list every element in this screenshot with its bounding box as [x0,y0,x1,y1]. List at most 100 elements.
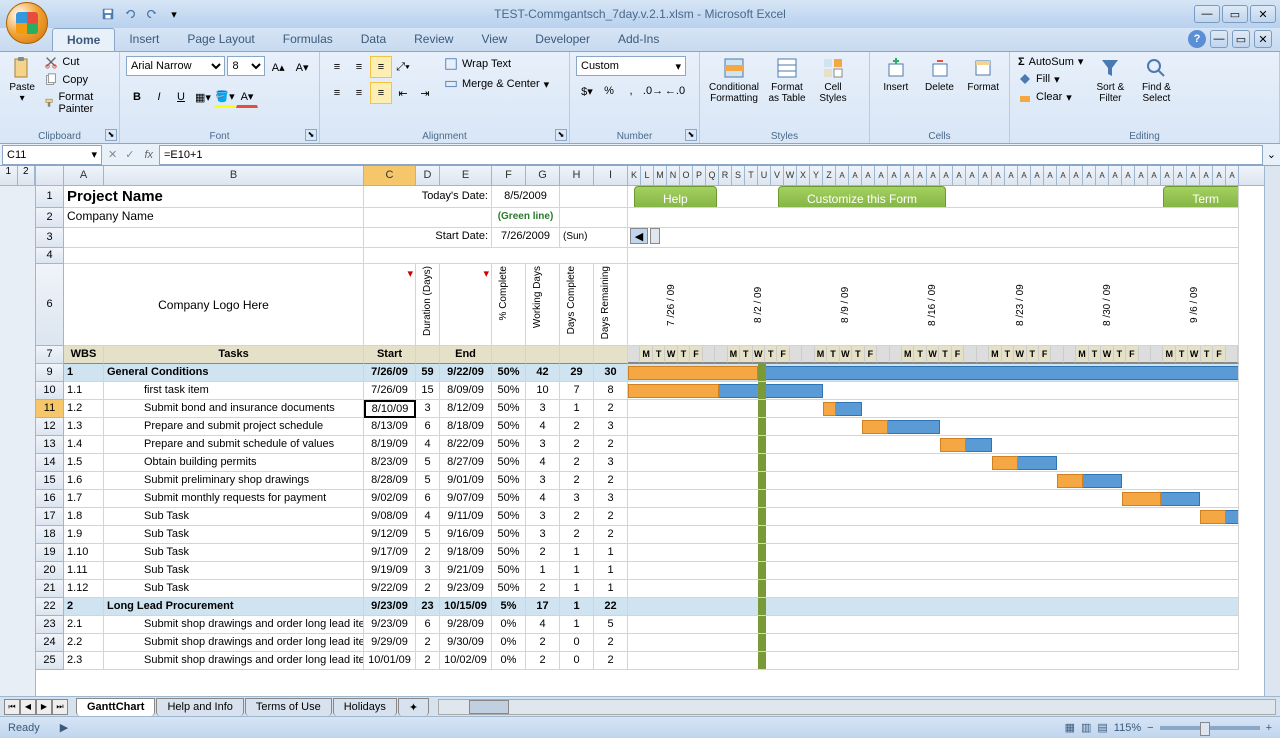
view-break-icon[interactable]: ▤ [1097,721,1107,734]
zoom-in[interactable]: + [1266,722,1272,734]
qat-undo[interactable] [120,4,140,24]
cancel-formula-icon[interactable]: ✕ [104,148,121,161]
percent-button[interactable]: % [598,80,620,102]
align-left[interactable]: ≡ [326,82,348,104]
ribbon-tab-developer[interactable]: Developer [521,28,604,51]
comma-button[interactable]: , [620,80,642,102]
ribbon: Paste▾ Cut Copy Format Painter Clipboard… [0,52,1280,144]
conditional-formatting-button[interactable]: Conditional Formatting [706,54,762,106]
increase-decimal[interactable]: .0→ [642,80,664,102]
find-select-button[interactable]: Find & Select [1135,54,1177,106]
autosum-button[interactable]: ΣAutoSum▾ [1016,54,1085,69]
minimize-button[interactable]: — [1194,5,1220,23]
italic-button[interactable]: I [148,86,170,108]
tab-nav-last[interactable]: ⏭ [52,699,68,715]
zoom-level[interactable]: 115% [1114,722,1141,734]
alignment-launcher[interactable]: ⬊ [555,129,567,141]
maximize-button[interactable]: ▭ [1222,5,1248,23]
ribbon-tab-data[interactable]: Data [347,28,400,51]
indent-decrease[interactable]: ⇤ [392,82,414,104]
ribbon-tab-formulas[interactable]: Formulas [269,28,347,51]
align-middle[interactable]: ≡ [348,56,370,78]
ribbon-restore[interactable]: ▭ [1232,30,1250,48]
macro-record-icon[interactable]: ▶ [60,721,68,734]
ribbon-tab-add-ins[interactable]: Add-Ins [604,28,673,51]
border-button[interactable]: ▦▾ [192,86,214,108]
tab-nav-prev[interactable]: ◀ [20,699,36,715]
ribbon-tab-home[interactable]: Home [52,28,115,51]
align-right[interactable]: ≡ [370,82,392,104]
help-icon[interactable]: ? [1188,30,1206,48]
expand-formula-icon[interactable]: ⌄ [1263,148,1280,161]
office-button[interactable] [6,2,48,44]
ribbon-minimize[interactable]: — [1210,30,1228,48]
name-box[interactable]: C11▾ [2,145,102,165]
bold-button[interactable]: B [126,86,148,108]
sheet-tab-ganttchart[interactable]: GanttChart [76,698,155,716]
merge-center-button[interactable]: Merge & Center▾ [442,76,551,92]
zoom-out[interactable]: − [1147,722,1153,734]
cell-styles-button[interactable]: Cell Styles [812,54,854,106]
ribbon-close[interactable]: ✕ [1254,30,1272,48]
insert-cells-button[interactable]: Insert [876,54,916,95]
font-launcher[interactable]: ⬊ [305,129,317,141]
delete-cells-button[interactable]: Delete [920,54,960,95]
grow-font[interactable]: A▴ [267,56,289,78]
copy-button[interactable]: Copy [42,72,113,88]
font-size-select[interactable]: 8 [227,56,265,76]
fill-button[interactable]: Fill▾ [1016,71,1085,87]
sort-filter-button[interactable]: Sort & Filter [1089,54,1131,106]
wrap-text-button[interactable]: Wrap Text [442,56,551,72]
term-button[interactable]: Term [1163,186,1239,208]
indent-increase[interactable]: ⇥ [414,82,436,104]
ribbon-tab-view[interactable]: View [467,28,521,51]
clipboard-launcher[interactable]: ⬊ [105,129,117,141]
align-bottom[interactable]: ≡ [370,56,392,78]
number-launcher[interactable]: ⬊ [685,129,697,141]
new-sheet-tab[interactable]: ✦ [398,698,429,716]
horizontal-scrollbar[interactable] [438,699,1276,715]
sheet-tab-terms-of-use[interactable]: Terms of Use [245,698,332,716]
sheet-tabs-bar: ⏮ ◀ ▶ ⏭ GanttChartHelp and InfoTerms of … [0,696,1280,716]
number-format-select[interactable]: Custom▾ [576,56,686,76]
customize-button[interactable]: Customize this Form [778,186,946,208]
fill-color-button[interactable]: 🪣▾ [214,86,236,108]
ribbon-tab-review[interactable]: Review [400,28,467,51]
scroll-thumb[interactable] [650,228,660,244]
fx-icon[interactable]: fx [138,149,159,161]
vertical-scrollbar[interactable] [1264,166,1280,696]
worksheet[interactable]: 12 ABCDEFGHIKLMNOPQRSTUVWXYZAAAAAAAAAAAA… [0,166,1280,696]
tab-nav-next[interactable]: ▶ [36,699,52,715]
view-normal-icon[interactable]: ▦ [1065,721,1075,734]
underline-button[interactable]: U [170,86,192,108]
orientation[interactable]: ⤢▾ [392,56,414,78]
format-painter-button[interactable]: Format Painter [42,90,113,116]
decrease-decimal[interactable]: ←.0 [664,80,686,102]
help-button[interactable]: Help [634,186,717,208]
qat-more[interactable]: ▾ [164,4,184,24]
zoom-slider[interactable] [1160,726,1260,730]
view-layout-icon[interactable]: ▥ [1081,721,1091,734]
format-table-button[interactable]: Format as Table [766,54,808,106]
currency-button[interactable]: $▾ [576,80,598,102]
clear-button[interactable]: Clear▾ [1016,89,1085,105]
font-name-select[interactable]: Arial Narrow [126,56,225,76]
qat-save[interactable] [98,4,118,24]
paste-button[interactable]: Paste▾ [6,54,38,106]
sheet-tab-help-and-info[interactable]: Help and Info [156,698,243,716]
align-center[interactable]: ≡ [348,82,370,104]
enter-formula-icon[interactable]: ✓ [121,148,138,161]
sheet-tab-holidays[interactable]: Holidays [333,698,397,716]
format-cells-button[interactable]: Format [963,54,1003,95]
ribbon-tab-insert[interactable]: Insert [115,28,173,51]
tab-nav-first[interactable]: ⏮ [4,699,20,715]
scroll-left-icon[interactable]: ◀ [630,228,648,244]
shrink-font[interactable]: A▾ [291,56,313,78]
ribbon-tab-page-layout[interactable]: Page Layout [173,28,268,51]
cut-button[interactable]: Cut [42,54,113,70]
align-top[interactable]: ≡ [326,56,348,78]
formula-input[interactable] [159,145,1263,165]
qat-redo[interactable] [142,4,162,24]
font-color-button[interactable]: A▾ [236,86,258,108]
close-button[interactable]: ✕ [1250,5,1276,23]
